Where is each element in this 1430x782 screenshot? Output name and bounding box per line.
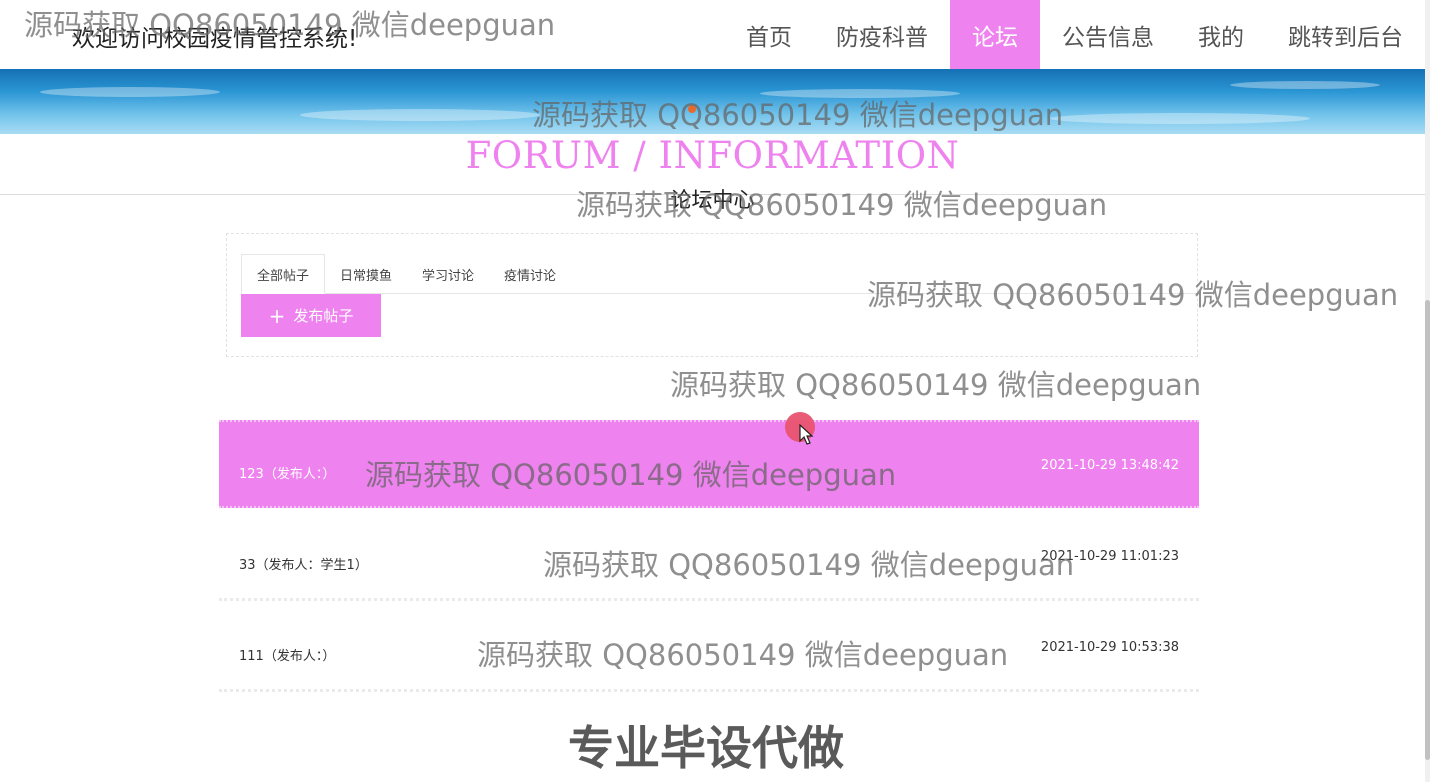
top-navbar: 欢迎访问校园疫情管控系统! 首页 防疫科普 论坛 公告信息 我的 跳转到后台 — [0, 0, 1425, 69]
nav-item-admin[interactable]: 跳转到后台 — [1266, 0, 1425, 69]
main-nav: 首页 防疫科普 论坛 公告信息 我的 跳转到后台 — [724, 0, 1425, 69]
post-time: 2021-10-29 11:01:23 — [1040, 549, 1179, 564]
nav-item-home[interactable]: 首页 — [724, 0, 814, 69]
banner-ripple — [760, 89, 960, 98]
plus-icon: + — [268, 303, 286, 328]
tab-study-discussion[interactable]: 学习讨论 — [407, 254, 489, 294]
watermark-text: 源码获取 QQ86050149 微信deepguan — [670, 368, 1202, 402]
post-time: 2021-10-29 10:53:38 — [1040, 640, 1179, 655]
row-divider — [219, 598, 1199, 601]
publish-post-button[interactable]: + 发布帖子 — [241, 294, 381, 337]
banner-ripple — [1050, 113, 1310, 124]
scrollbar-thumb[interactable] — [1425, 300, 1430, 760]
post-row[interactable]: 123（发布人：） 2021-10-29 13:48:42 — [219, 420, 1199, 508]
publish-post-label: 发布帖子 — [293, 307, 354, 325]
forum-filter-panel: 全部帖子 日常摸鱼 学习讨论 疫情讨论 + 发布帖子 — [226, 233, 1199, 357]
banner-ripple — [300, 109, 540, 121]
banner-ripple — [1230, 81, 1380, 89]
nav-item-mine[interactable]: 我的 — [1176, 0, 1266, 69]
category-tabs: 全部帖子 日常摸鱼 学习讨论 疫情讨论 — [241, 254, 1199, 294]
post-row[interactable]: 111（发布人：） 2021-10-29 10:53:38 — [219, 604, 1199, 692]
nav-item-announcements[interactable]: 公告信息 — [1040, 0, 1176, 69]
watermark-banner: 专业毕设代做 — [568, 721, 844, 775]
post-time: 2021-10-29 13:48:42 — [1040, 458, 1179, 473]
banner-orb — [688, 105, 696, 113]
post-row[interactable]: 33（发布人：学生1） 2021-10-29 11:01:23 — [219, 513, 1199, 601]
tab-epidemic-discussion[interactable]: 疫情讨论 — [489, 254, 571, 294]
section-title-en: FORUM / INFORMATION — [465, 134, 960, 177]
tab-daily-chat[interactable]: 日常摸鱼 — [325, 254, 407, 294]
site-title: 欢迎访问校园疫情管控系统! — [72, 26, 358, 52]
mouse-pointer-icon — [799, 424, 814, 445]
nav-item-forum[interactable]: 论坛 — [950, 0, 1040, 69]
nav-item-prevention[interactable]: 防疫科普 — [814, 0, 950, 69]
tab-all-posts[interactable]: 全部帖子 — [241, 254, 326, 294]
section-title-cn: 论坛中心 — [670, 188, 755, 212]
post-title[interactable]: 111（发布人：） — [239, 645, 335, 664]
row-divider — [219, 689, 1199, 692]
water-banner — [0, 69, 1425, 134]
banner-ripple — [40, 87, 220, 97]
post-title[interactable]: 123（发布人：） — [239, 463, 335, 482]
post-title[interactable]: 33（发布人：学生1） — [239, 554, 368, 573]
